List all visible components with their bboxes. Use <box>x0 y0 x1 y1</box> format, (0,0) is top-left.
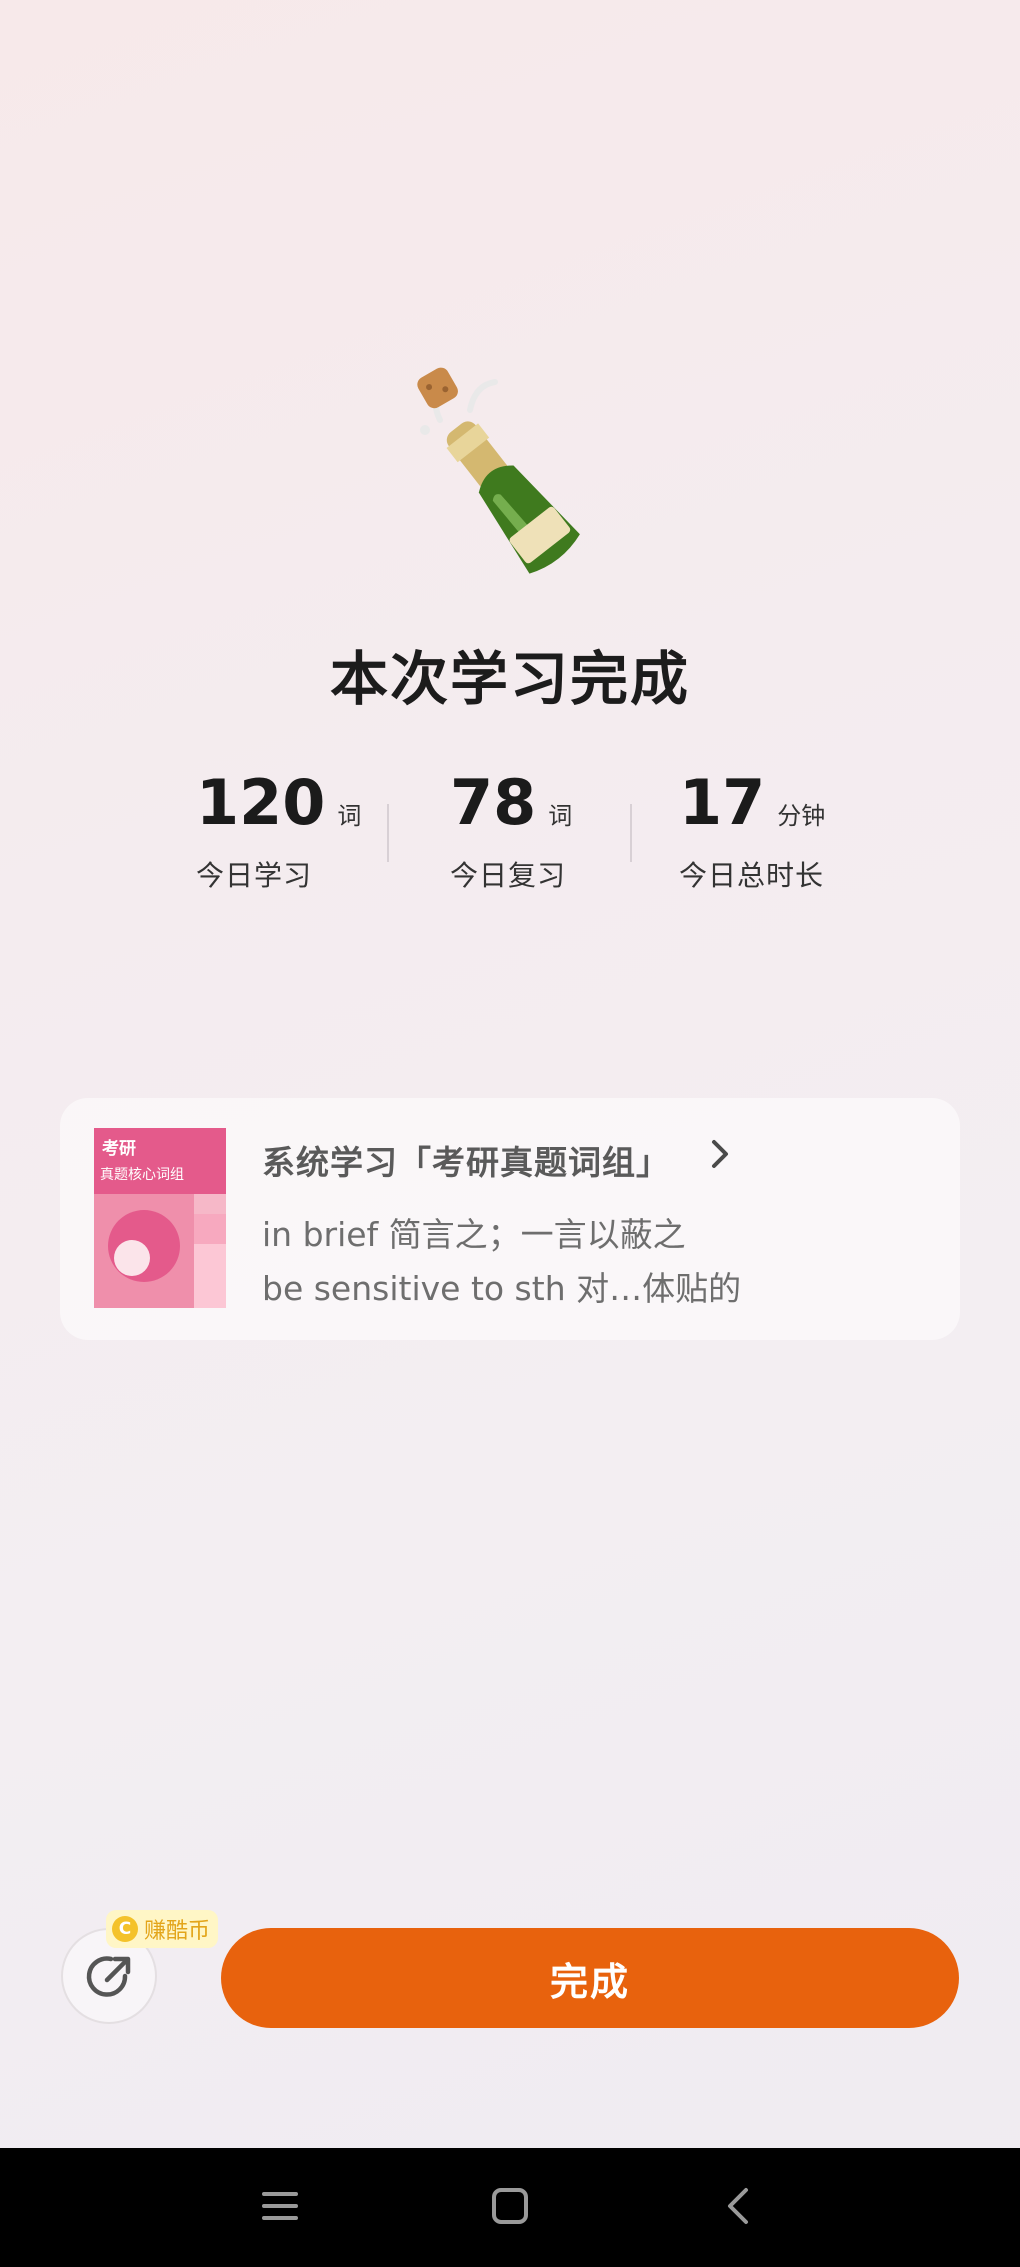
phrase-preview: be sensitive to sth 对…体贴的 <box>262 1269 742 1308</box>
course-card[interactable]: 考研 真题核心词组 系统学习「考研真题词组」 in brief 简言之；一言以蔽… <box>60 1098 960 1340</box>
stat-value: 78 <box>450 766 537 839</box>
cover-title: 考研 <box>102 1139 136 1159</box>
stat-duration: 17 分钟 今日总时长 <box>679 772 825 894</box>
stat-unit: 词 <box>548 802 573 830</box>
chevron-right-icon <box>712 1140 728 1168</box>
stat-label: 今日学习 <box>196 859 313 892</box>
stat-divider <box>630 804 632 862</box>
page-title: 本次学习完成 <box>329 645 690 713</box>
stat-label: 今日总时长 <box>679 859 825 892</box>
champagne-bottle-icon <box>400 360 620 590</box>
stat-divider <box>387 804 389 862</box>
back-chevron-icon[interactable] <box>718 2184 762 2228</box>
coin-icon: C <box>112 1916 138 1942</box>
done-button[interactable]: 完成 <box>221 1928 959 2028</box>
phrase-preview: in brief 简言之；一言以蔽之 <box>262 1215 686 1254</box>
course-title: 系统学习「考研真题词组」 <box>262 1143 670 1182</box>
coin-badge-label: 赚酷币 <box>144 1919 211 1944</box>
system-nav-bar <box>0 2148 1020 2267</box>
stat-unit: 分钟 <box>777 802 826 830</box>
stats-row: 120 词 今日学习 78 词 今日复习 17 分钟 今日总时长 <box>0 772 1020 902</box>
cover-block <box>194 1244 226 1308</box>
share-arrow-icon <box>86 1956 131 1997</box>
home-square-icon[interactable] <box>488 2184 532 2228</box>
completion-screen: 本次学习完成 120 词 今日学习 78 词 今日复习 17 分钟 今日总时长 考研 … <box>0 0 1020 2148</box>
earn-coin-badge: C 赚酷币 <box>106 1910 219 1948</box>
cover-dot <box>114 1240 150 1276</box>
book-cover: 考研 真题核心词组 <box>94 1128 226 1308</box>
stat-learned: 120 词 今日学习 <box>196 772 361 894</box>
cover-subtitle: 真题核心词组 <box>100 1167 184 1183</box>
cover-block <box>194 1214 226 1244</box>
stat-label: 今日复习 <box>450 859 567 892</box>
stat-value: 120 <box>196 766 326 839</box>
menu-icon[interactable] <box>258 2184 302 2228</box>
stat-reviewed: 78 词 今日复习 <box>450 772 572 894</box>
stat-value: 17 <box>679 766 766 839</box>
stat-unit: 词 <box>337 802 362 830</box>
